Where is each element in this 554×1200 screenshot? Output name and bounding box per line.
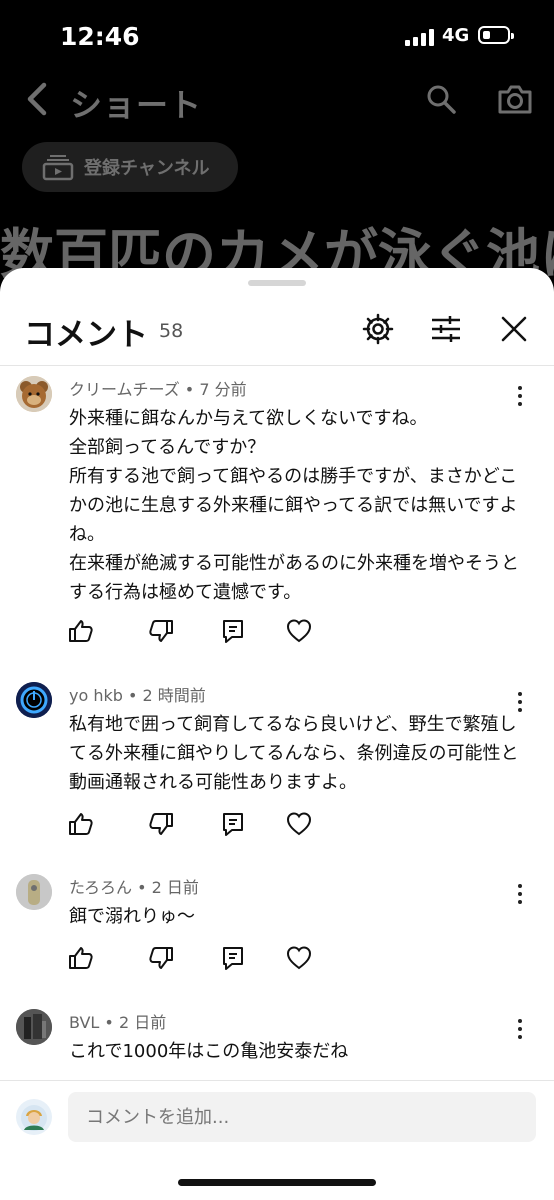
comment-composer bbox=[0, 1080, 554, 1160]
home-indicator bbox=[178, 1179, 376, 1186]
signal-bars-icon bbox=[405, 28, 437, 46]
reply-icon[interactable] bbox=[219, 810, 247, 838]
comment-text: これで1000年はこの亀池安泰だね bbox=[69, 1041, 349, 1062]
comment-more-icon[interactable] bbox=[511, 882, 529, 906]
status-time: 12:46 bbox=[60, 22, 140, 51]
reply-icon[interactable] bbox=[219, 617, 247, 645]
comment-text: 私有地で囲って飼育してるなら良いけど、野生で繁殖してる外来種に餌やりしてるんなら… bbox=[69, 714, 519, 793]
comments-sheet: コメント 58 クリームチーズ • 7 分前 外来種に餌なんか与えて欲しくないで… bbox=[0, 268, 554, 1200]
dark-photo-icon bbox=[16, 1009, 52, 1045]
comment-more-icon[interactable] bbox=[511, 690, 529, 714]
dislike-icon[interactable] bbox=[148, 617, 176, 645]
filter-icon[interactable] bbox=[430, 315, 462, 343]
subscriptions-chip[interactable]: 登録チャンネル bbox=[22, 142, 238, 192]
search-icon[interactable] bbox=[424, 82, 458, 116]
subscriptions-label: 登録チャンネル bbox=[84, 158, 210, 179]
dislike-icon[interactable] bbox=[148, 944, 176, 972]
dark-photo-avatar-icon[interactable] bbox=[16, 1009, 52, 1045]
blue-circle-icon bbox=[16, 682, 52, 718]
teddy-bear-icon bbox=[16, 376, 52, 412]
avatar-illustration-icon bbox=[16, 1099, 52, 1135]
comment-actions bbox=[66, 810, 326, 838]
like-icon[interactable] bbox=[66, 944, 94, 972]
like-icon[interactable] bbox=[66, 617, 94, 645]
heart-icon[interactable] bbox=[285, 944, 313, 972]
comment-actions bbox=[66, 944, 326, 972]
subscriptions-icon bbox=[42, 155, 74, 181]
back-icon[interactable] bbox=[22, 82, 50, 116]
comment-item: たろろん • 2 日前 餌で溺れりゅ〜 bbox=[0, 874, 554, 984]
comment-text: 外来種に餌なんか与えて欲しくないですね。 全部飼ってるんですか？ 所有する池で飼… bbox=[69, 408, 519, 603]
page-title: ショート bbox=[70, 86, 203, 124]
comment-more-icon[interactable] bbox=[511, 1017, 529, 1041]
comment-item: クリームチーズ • 7 分前 外来種に餌なんか与えて欲しくないですね。 全部飼っ… bbox=[0, 376, 554, 658]
comment-author-meta: yo hkb • 2 時間前 bbox=[69, 686, 206, 705]
comment-item: BVL • 2 日前 これで1000年はこの亀池安泰だね bbox=[0, 1009, 554, 1079]
gear-icon[interactable] bbox=[362, 313, 394, 345]
comment-author-meta: たろろん • 2 日前 bbox=[69, 878, 199, 897]
comment-text: 餌で溺れりゅ〜 bbox=[69, 906, 195, 927]
photo-icon bbox=[16, 874, 52, 910]
photo-avatar-icon[interactable] bbox=[16, 874, 52, 910]
comment-input[interactable] bbox=[68, 1092, 536, 1142]
user-avatar-icon[interactable] bbox=[16, 1099, 52, 1135]
heart-icon[interactable] bbox=[285, 810, 313, 838]
comment-item: yo hkb • 2 時間前 私有地で囲って飼育してるなら良いけど、野生で繁殖し… bbox=[0, 682, 554, 852]
camera-icon[interactable] bbox=[496, 82, 534, 116]
header-divider bbox=[0, 365, 554, 366]
shorts-header: ショート bbox=[0, 72, 554, 132]
heart-icon[interactable] bbox=[285, 617, 313, 645]
drag-handle[interactable] bbox=[248, 280, 306, 286]
like-icon[interactable] bbox=[66, 810, 94, 838]
comment-author-meta: クリームチーズ • 7 分前 bbox=[69, 380, 247, 399]
comments-count: 58 bbox=[159, 320, 184, 342]
blue-circle-avatar-icon[interactable] bbox=[16, 682, 52, 718]
battery-icon bbox=[478, 26, 514, 44]
reply-icon[interactable] bbox=[219, 944, 247, 972]
network-label: 4G bbox=[442, 25, 470, 46]
status-bar: 12:46 4G bbox=[0, 0, 554, 72]
comment-actions bbox=[66, 617, 326, 645]
comment-more-icon[interactable] bbox=[511, 384, 529, 408]
dislike-icon[interactable] bbox=[148, 810, 176, 838]
teddy-bear-avatar-icon[interactable] bbox=[16, 376, 52, 412]
comment-author-meta: BVL • 2 日前 bbox=[69, 1013, 167, 1032]
close-icon[interactable] bbox=[498, 313, 530, 345]
comments-title: コメント bbox=[24, 317, 148, 353]
